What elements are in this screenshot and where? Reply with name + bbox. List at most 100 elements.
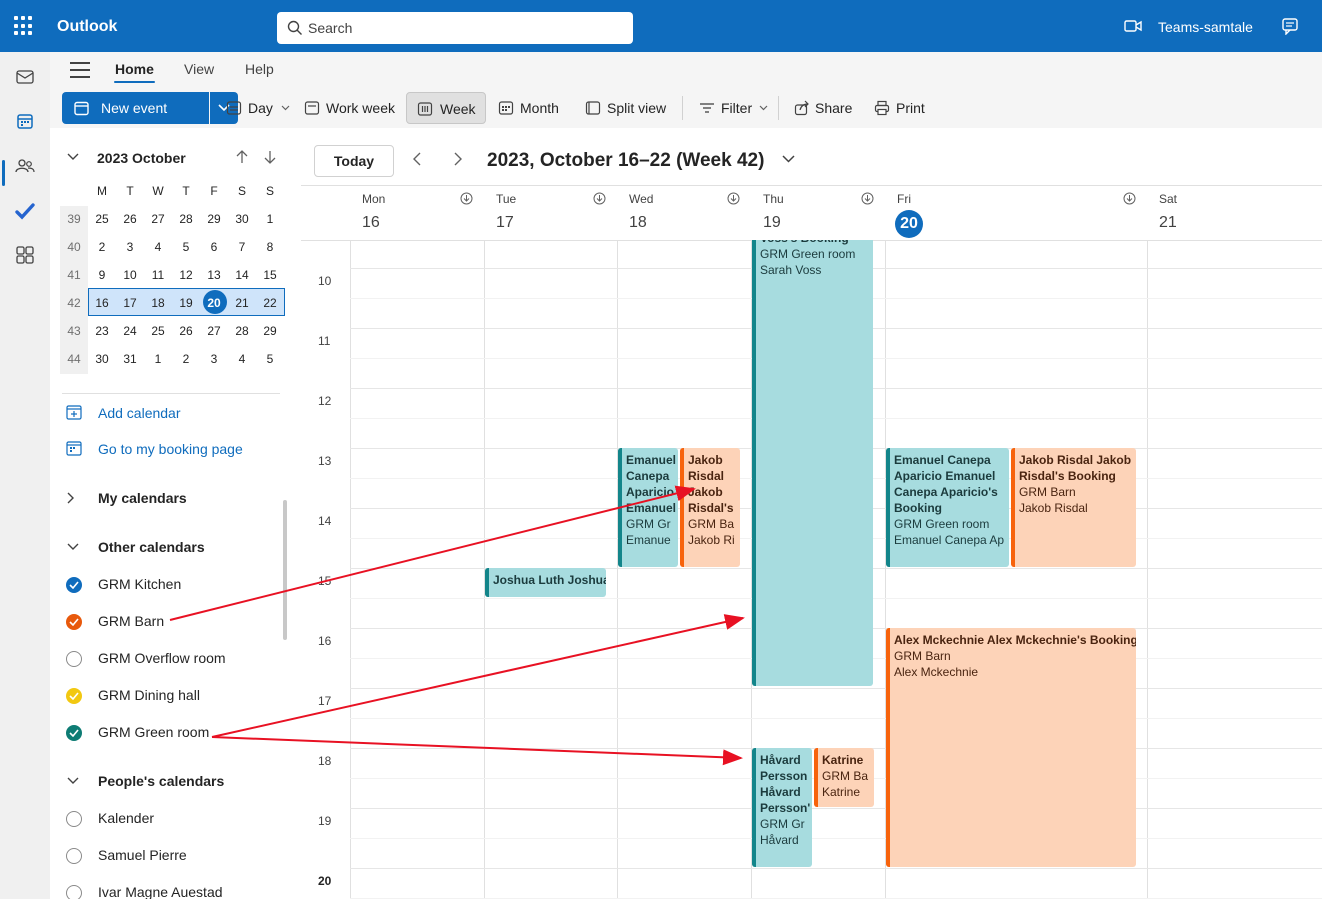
tab-view[interactable]: View <box>184 61 214 77</box>
calendar-event-fri-emanuel[interactable]: Emanuel Canepa Aparicio Emanuel Canepa Apa… <box>886 448 1009 567</box>
calendar-checkbox[interactable] <box>66 885 82 899</box>
split-view-button[interactable]: Split view <box>585 92 671 124</box>
teams-call-label[interactable]: Teams-samtale <box>1158 19 1253 35</box>
mini-calendar-day[interactable]: 25 <box>144 324 172 338</box>
calendar-event-fri-alex[interactable]: Alex Mckechnie Alex Mckechnie's Booking G… <box>886 628 1136 867</box>
mini-calendar-day[interactable]: 27 <box>200 324 228 338</box>
peoples-calendars-header[interactable]: People's calendars <box>98 773 224 789</box>
day-header[interactable]: Tue 17 <box>484 186 617 240</box>
mini-calendar-day[interactable]: 9 <box>88 268 116 282</box>
calendar-event-thu-havard[interactable]: Håvard Persson Håvard Persson' GRM Gr Håvard <box>752 748 812 867</box>
mini-calendar-day[interactable]: 2 <box>172 352 200 366</box>
mini-calendar-day[interactable]: 6 <box>200 240 228 254</box>
tab-home[interactable]: Home <box>115 61 154 77</box>
mini-calendar-day[interactable]: 13 <box>200 268 228 282</box>
people-icon[interactable] <box>14 155 36 177</box>
mini-calendar-day[interactable]: 30 <box>228 212 256 226</box>
share-button[interactable]: Share <box>794 92 854 124</box>
next-week-icon[interactable] <box>454 152 462 166</box>
day-header[interactable]: Fri 20 <box>885 186 1147 240</box>
week-number[interactable]: 43 <box>60 324 88 338</box>
mini-calendar-day[interactable]: 3 <box>116 240 144 254</box>
calendar-item-label[interactable]: GRM Barn <box>98 613 164 629</box>
mini-calendar-today[interactable]: 20 <box>200 296 228 310</box>
chevron-down-icon[interactable] <box>67 543 79 551</box>
calendar-checkbox[interactable] <box>66 725 82 741</box>
arrow-down-icon[interactable] <box>264 150 276 164</box>
date-range-title[interactable]: 2023, October 16–22 (Week 42) <box>487 150 764 172</box>
week-number[interactable]: 41 <box>60 268 88 282</box>
calendar-checkbox[interactable] <box>66 577 82 593</box>
add-calendar-link[interactable]: Add calendar <box>98 405 181 421</box>
people-calendar-label[interactable]: Samuel Pierre <box>98 847 187 863</box>
calendar-event-tue-joshua[interactable]: Joshua Luth Joshua <box>485 568 606 597</box>
month-view-button[interactable]: Month <box>498 92 564 124</box>
mini-calendar-day[interactable]: 4 <box>144 240 172 254</box>
calendar-item-label[interactable]: GRM Dining hall <box>98 687 200 703</box>
mini-calendar-day[interactable]: 27 <box>144 212 172 226</box>
add-event-icon[interactable] <box>727 192 740 205</box>
today-button[interactable]: Today <box>314 145 394 177</box>
mini-calendar-day[interactable]: 25 <box>88 212 116 226</box>
chevron-down-icon[interactable] <box>782 155 795 163</box>
calendar-event-thu-katrine[interactable]: Katrine GRM Ba Katrine <box>814 748 874 807</box>
mini-calendar-day[interactable]: 14 <box>228 268 256 282</box>
mini-calendar-day[interactable]: 11 <box>144 268 172 282</box>
add-event-icon[interactable] <box>861 192 874 205</box>
calendar-item-label[interactable]: GRM Kitchen <box>98 576 181 592</box>
add-event-icon[interactable] <box>593 192 606 205</box>
mini-calendar-day[interactable]: 22 <box>256 296 284 310</box>
week-number[interactable]: 44 <box>60 352 88 366</box>
new-event-button[interactable]: New event <box>62 92 209 124</box>
mini-calendar-day[interactable]: 4 <box>228 352 256 366</box>
mini-calendar-day[interactable]: 12 <box>172 268 200 282</box>
mini-calendar-day[interactable]: 5 <box>172 240 200 254</box>
day-view-button[interactable]: Day <box>226 92 290 124</box>
day-header[interactable]: Mon 16 <box>350 186 484 240</box>
filter-button[interactable]: Filter <box>699 92 769 124</box>
mini-calendar-day[interactable]: 29 <box>256 324 284 338</box>
calendar-event-wed-emanuel[interactable]: Emanuel Canepa Aparicio Emanuel GRM Gr Emanue <box>618 448 678 567</box>
calendar-item-label[interactable]: GRM Overflow room <box>98 650 226 666</box>
calendar-checkbox[interactable] <box>66 848 82 864</box>
day-header[interactable]: Sat 21 <box>1147 186 1322 240</box>
calendar-event-fri-jakob[interactable]: Jakob Risdal Jakob Risdal's Booking GRM Ba… <box>1011 448 1136 567</box>
mini-calendar-day[interactable]: 24 <box>116 324 144 338</box>
mini-calendar-day[interactable]: 18 <box>144 296 172 310</box>
todo-icon[interactable] <box>14 200 36 222</box>
mini-calendar-day[interactable]: 7 <box>228 240 256 254</box>
calendar-checkbox[interactable] <box>66 651 82 667</box>
add-event-icon[interactable] <box>460 192 473 205</box>
mini-calendar-day[interactable]: 21 <box>228 296 256 310</box>
search-input[interactable]: Search <box>277 12 633 44</box>
video-call-icon[interactable] <box>1124 19 1142 33</box>
calendar-item-label[interactable]: GRM Green room <box>98 724 209 740</box>
apps-icon[interactable] <box>14 244 36 266</box>
collapse-chevron-icon[interactable] <box>67 153 79 161</box>
mini-calendar-day[interactable]: 3 <box>200 352 228 366</box>
print-button[interactable]: Print <box>874 92 930 124</box>
calendar-checkbox[interactable] <box>66 614 82 630</box>
app-launcher-icon[interactable] <box>14 16 34 36</box>
mini-calendar-day[interactable]: 5 <box>256 352 284 366</box>
mini-calendar-day[interactable]: 8 <box>256 240 284 254</box>
chevron-down-icon[interactable] <box>67 777 79 785</box>
day-header[interactable]: Wed 18 <box>617 186 751 240</box>
mini-calendar-day[interactable]: 1 <box>144 352 172 366</box>
calendar-event-wed-jakob[interactable]: Jakob Risdal Jakob Risdal's GRM Ba Jakob Ri <box>680 448 740 567</box>
my-calendars-header[interactable]: My calendars <box>98 490 187 506</box>
booking-page-link[interactable]: Go to my booking page <box>98 441 243 457</box>
calendar-icon[interactable] <box>14 110 36 132</box>
calendar-event-thu-sarah[interactable]: Voss's BookingGRM Green roomSarah Voss <box>752 240 873 686</box>
mini-calendar-day[interactable]: 19 <box>172 296 200 310</box>
mini-calendar-day[interactable]: 29 <box>200 212 228 226</box>
mail-icon[interactable] <box>14 66 36 88</box>
people-calendar-label[interactable]: Kalender <box>98 810 154 826</box>
week-number[interactable]: 39 <box>60 212 88 226</box>
work-week-view-button[interactable]: Work week <box>304 92 396 124</box>
day-header[interactable]: Thu 19 <box>751 186 885 240</box>
mini-calendar-day[interactable]: 16 <box>88 296 116 310</box>
week-number[interactable]: 42 <box>60 296 88 310</box>
pane-scrollbar[interactable] <box>283 500 287 640</box>
week-view-button[interactable]: Week <box>406 92 486 124</box>
